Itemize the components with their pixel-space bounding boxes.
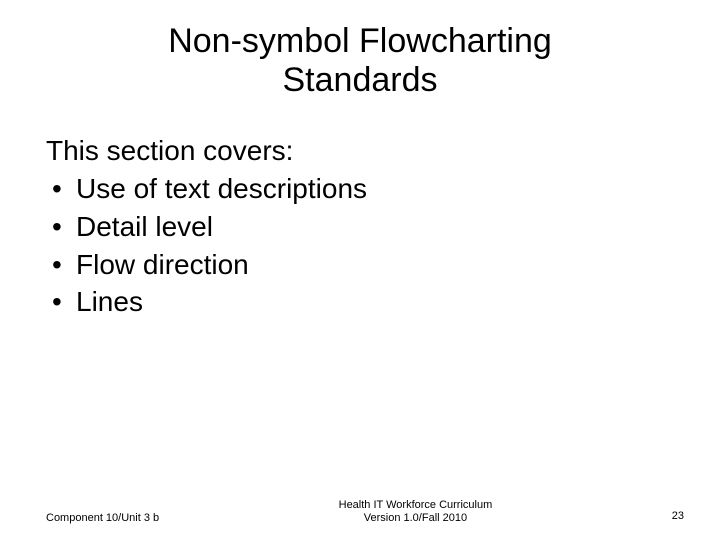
footer-center: Health IT Workforce Curriculum Version 1… <box>159 499 672 527</box>
footer-left: Component 10/Unit 3 b <box>46 512 159 526</box>
page-number: 23 <box>672 510 684 526</box>
footer-center-line-2: Version 1.0/Fall 2010 <box>159 512 672 526</box>
slide-footer: Component 10/Unit 3 b Health IT Workforc… <box>0 499 720 527</box>
title-line-1: Non-symbol Flowcharting <box>168 22 552 60</box>
slide-body: This section covers: Use of text descrip… <box>0 100 720 321</box>
intro-text: This section covers: <box>46 132 720 170</box>
list-item: Use of text descriptions <box>48 170 720 208</box>
bullet-list: Use of text descriptions Detail level Fl… <box>46 170 720 321</box>
list-item: Flow direction <box>48 246 720 284</box>
footer-center-line-1: Health IT Workforce Curriculum <box>159 499 672 513</box>
slide-title: Non-symbol Flowcharting Standards <box>0 0 720 100</box>
title-line-2: Standards <box>283 61 438 99</box>
list-item: Lines <box>48 283 720 321</box>
list-item: Detail level <box>48 208 720 246</box>
